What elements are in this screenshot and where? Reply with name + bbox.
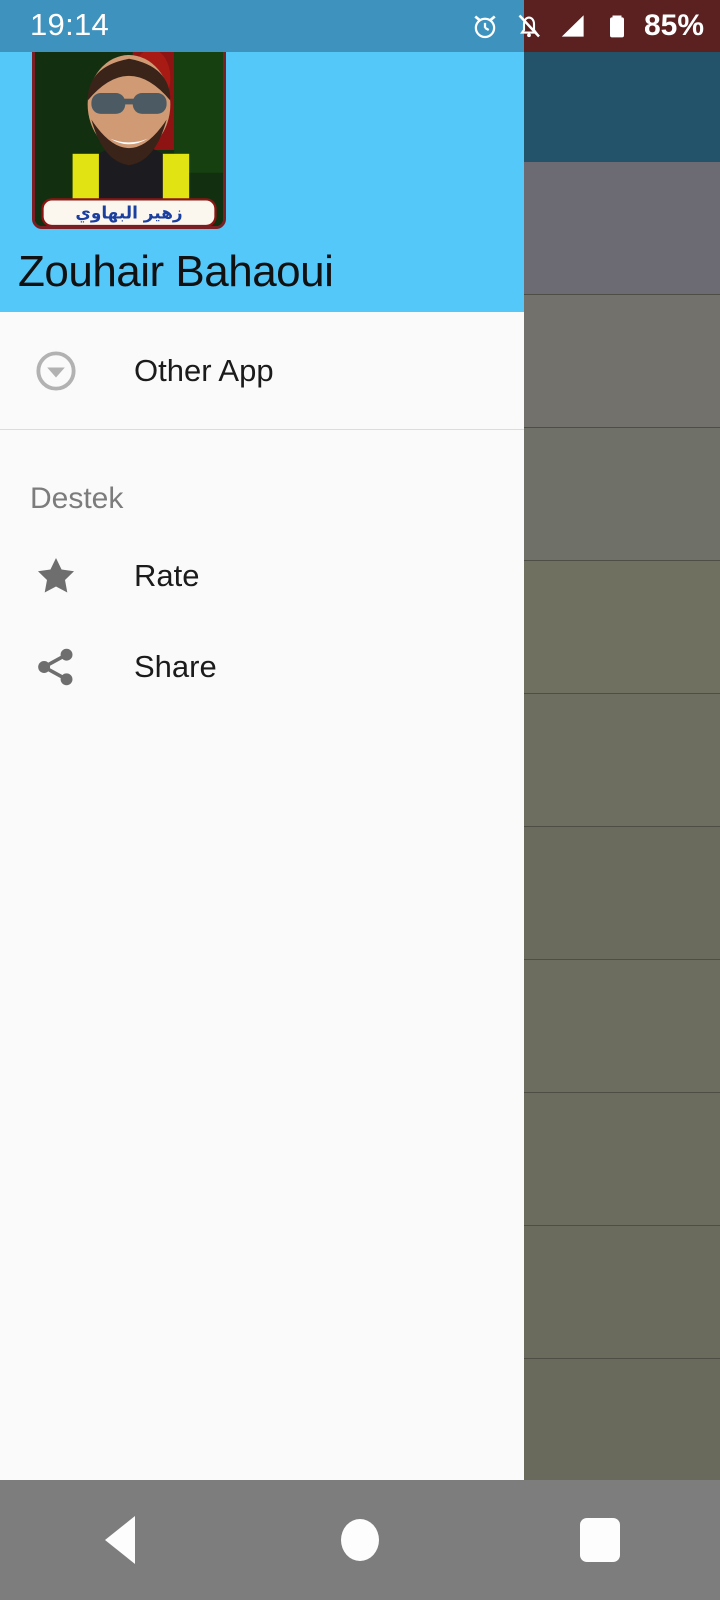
arrow-drop-down-circle-icon: [30, 345, 82, 397]
app-logo-icon: زهير البهاوي: [35, 36, 223, 226]
status-bar-icons: 85%: [460, 0, 720, 52]
avatar-caption-text: زهير البهاوي: [75, 203, 182, 223]
battery-percent: 85%: [643, 9, 704, 42]
square-icon: [580, 1518, 620, 1562]
phone-screen: زهير البهاوي Zouhair Bahaoui Other App D…: [0, 0, 720, 1600]
drawer-section-title: Destek: [30, 482, 124, 515]
notifications-off-icon: [518, 14, 540, 38]
drawer-title: Zouhair Bahaoui: [18, 247, 334, 296]
recents-button[interactable]: [540, 1480, 660, 1600]
status-bar: 19:14: [0, 0, 524, 52]
triangle-left-icon: [105, 1516, 135, 1564]
status-bar-clock: 19:14: [30, 7, 110, 42]
drawer-menu-support: Rate Share: [0, 530, 524, 712]
battery-icon: [609, 15, 624, 38]
drawer-item-other-app[interactable]: Other App: [0, 312, 524, 429]
home-button[interactable]: [300, 1480, 420, 1600]
signal-icon: [561, 15, 584, 37]
share-icon: [30, 641, 82, 693]
drawer-item-label: Rate: [134, 557, 200, 593]
drawer-item-rate[interactable]: Rate: [0, 530, 524, 621]
back-button[interactable]: [60, 1480, 180, 1600]
star-icon: [30, 550, 82, 602]
drawer-menu-primary: Other App: [0, 312, 524, 429]
android-nav-bar: [0, 1480, 720, 1600]
avatar: زهير البهاوي: [32, 33, 226, 229]
drawer-item-label: Other App: [134, 352, 274, 388]
alarm-icon: [474, 15, 496, 39]
navigation-drawer: زهير البهاوي Zouhair Bahaoui Other App D…: [0, 0, 524, 1480]
drawer-item-label: Share: [134, 648, 217, 684]
drawer-item-share[interactable]: Share: [0, 621, 524, 712]
circle-icon: [341, 1519, 379, 1561]
